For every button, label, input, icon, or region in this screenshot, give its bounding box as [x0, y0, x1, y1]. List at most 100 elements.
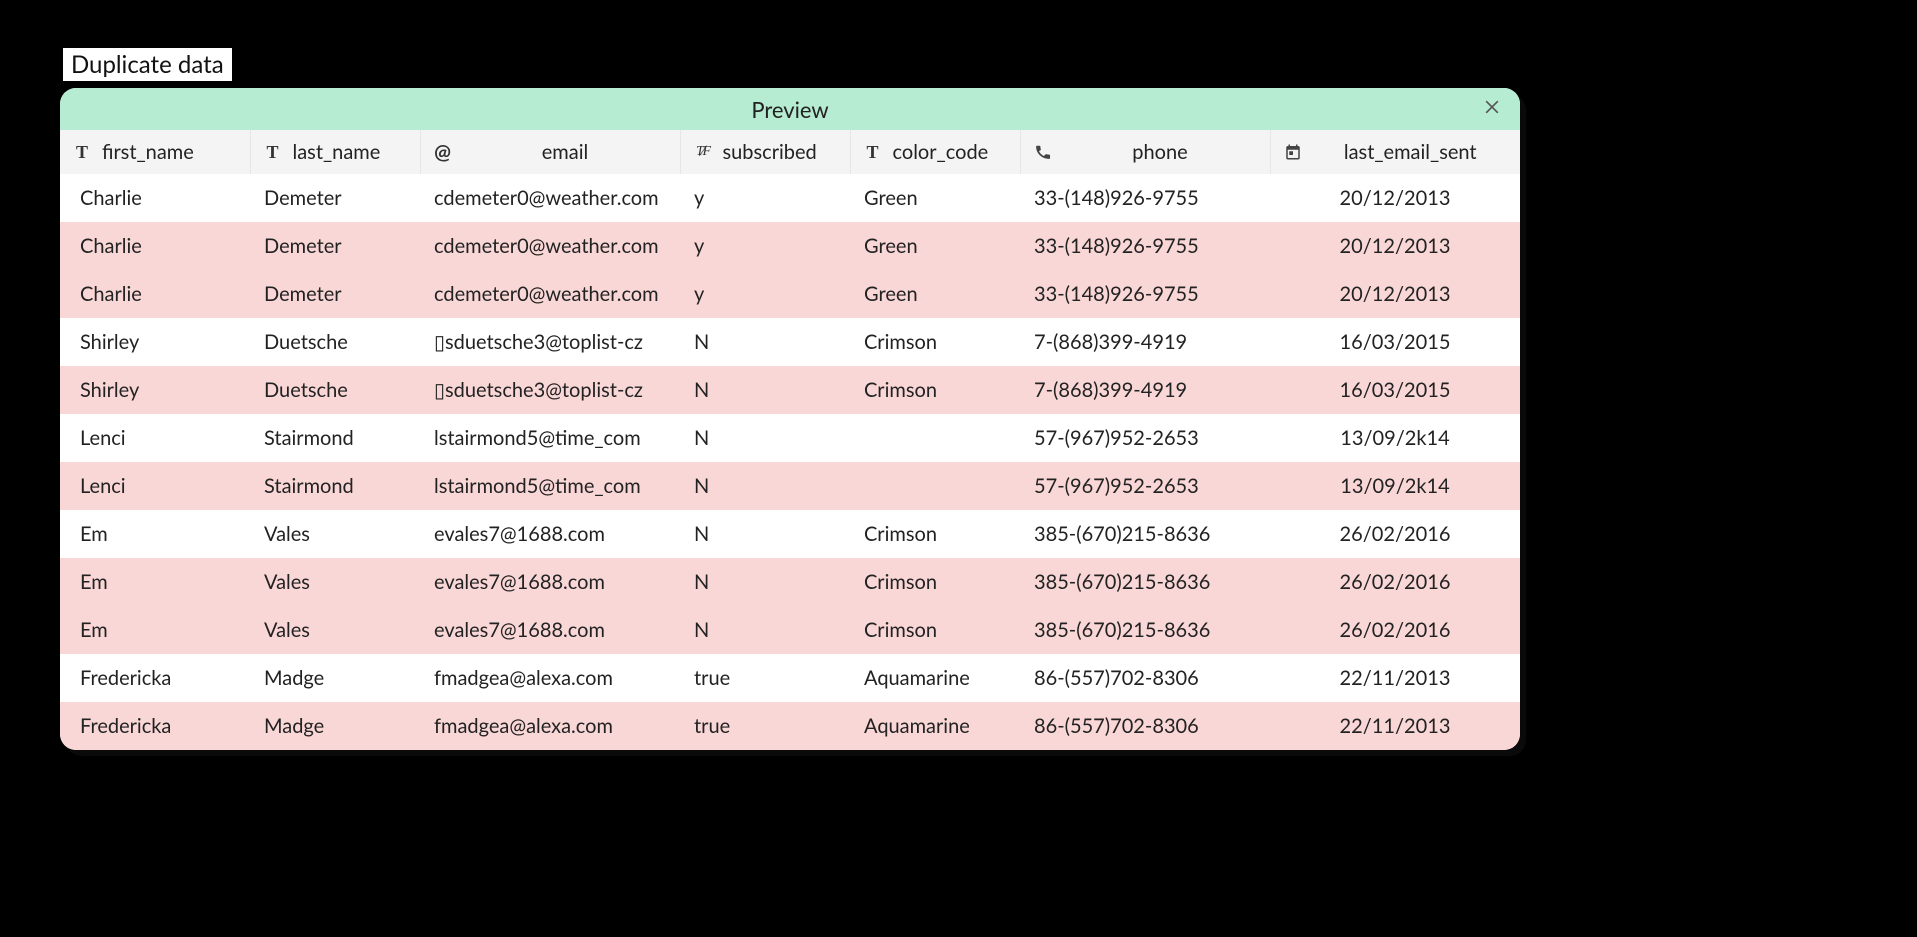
- table-row[interactable]: EmValesevales7@1688.comNCrimson385-(670)…: [60, 558, 1520, 606]
- cell-phone: 385-(670)215-8636: [1020, 510, 1270, 558]
- cell-phone: 385-(670)215-8636: [1020, 558, 1270, 606]
- cell-first-name: Shirley: [60, 318, 250, 366]
- cell-subscribed: N: [680, 366, 850, 414]
- page-title: Duplicate data: [63, 48, 232, 81]
- col-header-phone[interactable]: phone: [1020, 130, 1270, 174]
- cell-last-name: Duetsche: [250, 366, 420, 414]
- cell-color-code: Green: [850, 174, 1020, 222]
- col-label: email: [542, 140, 588, 164]
- cell-first-name: Em: [60, 558, 250, 606]
- cell-color-code: Crimson: [850, 366, 1020, 414]
- cell-subscribed: N: [680, 558, 850, 606]
- cell-first-name: Charlie: [60, 222, 250, 270]
- cell-email: lstairmond5@time_com: [420, 462, 680, 510]
- cell-last-name: Madge: [250, 654, 420, 702]
- col-header-subscribed[interactable]: T∕F subscribed: [680, 130, 850, 174]
- cell-last-name: Demeter: [250, 222, 420, 270]
- table-row[interactable]: LenciStairmondlstairmond5@time_comN 57-(9…: [60, 462, 1520, 510]
- text-type-icon: T: [72, 142, 92, 162]
- cell-email: ▯sduetsche3@toplist-cz: [420, 366, 680, 414]
- cell-last-name: Madge: [250, 702, 420, 750]
- table-row[interactable]: EmValesevales7@1688.comNCrimson385-(670)…: [60, 510, 1520, 558]
- col-label: last_name: [293, 140, 381, 164]
- cell-subscribed: N: [680, 414, 850, 462]
- cell-email: lstairmond5@time_com: [420, 414, 680, 462]
- cell-color-code: [850, 414, 1020, 462]
- cell-email: cdemeter0@weather.com: [420, 270, 680, 318]
- cell-phone: 57-(967)952-2653: [1020, 462, 1270, 510]
- cell-last-email-sent: 26/02/2016: [1270, 510, 1520, 558]
- table-row[interactable]: EmValesevales7@1688.comNCrimson385-(670)…: [60, 606, 1520, 654]
- cell-color-code: Crimson: [850, 318, 1020, 366]
- cell-last-email-sent: 16/03/2015: [1270, 318, 1520, 366]
- cell-last-name: Duetsche: [250, 318, 420, 366]
- cell-last-name: Vales: [250, 558, 420, 606]
- panel-header-title: Preview: [751, 96, 828, 123]
- table-row[interactable]: ShirleyDuetsche▯sduetsche3@toplist-czNCr…: [60, 318, 1520, 366]
- col-label: last_email_sent: [1344, 140, 1477, 164]
- cell-phone: 7-(868)399-4919: [1020, 366, 1270, 414]
- col-header-last-name[interactable]: T last_name: [250, 130, 420, 174]
- cell-phone: 33-(148)926-9755: [1020, 270, 1270, 318]
- cell-first-name: Charlie: [60, 174, 250, 222]
- table-row[interactable]: CharlieDemetercdemeter0@weather.comyGree…: [60, 174, 1520, 222]
- cell-phone: 86-(557)702-8306: [1020, 702, 1270, 750]
- cell-subscribed: N: [680, 510, 850, 558]
- cell-first-name: Lenci: [60, 414, 250, 462]
- col-header-first-name[interactable]: T first_name: [60, 130, 250, 174]
- cell-last-email-sent: 13/09/2k14: [1270, 414, 1520, 462]
- table-row[interactable]: CharlieDemetercdemeter0@weather.comyGree…: [60, 222, 1520, 270]
- cell-first-name: Fredericka: [60, 702, 250, 750]
- cell-first-name: Em: [60, 510, 250, 558]
- table-row[interactable]: LenciStairmondlstairmond5@time_comN 57-(9…: [60, 414, 1520, 462]
- table-row[interactable]: ShirleyDuetsche▯sduetsche3@toplist-czNCr…: [60, 366, 1520, 414]
- cell-color-code: Crimson: [850, 510, 1020, 558]
- cell-first-name: Em: [60, 606, 250, 654]
- cell-last-name: Stairmond: [250, 462, 420, 510]
- col-header-email[interactable]: @ email: [420, 130, 680, 174]
- cell-color-code: Crimson: [850, 606, 1020, 654]
- cell-phone: 33-(148)926-9755: [1020, 174, 1270, 222]
- cell-last-name: Stairmond: [250, 414, 420, 462]
- cell-last-name: Vales: [250, 606, 420, 654]
- cell-phone: 57-(967)952-2653: [1020, 414, 1270, 462]
- col-header-last-email-sent[interactable]: last_email_sent: [1270, 130, 1520, 174]
- cell-last-email-sent: 20/12/2013: [1270, 270, 1520, 318]
- table-row[interactable]: FrederickaMadgefmadgea@alexa.comtrueAqua…: [60, 702, 1520, 750]
- cell-last-name: Demeter: [250, 270, 420, 318]
- cell-last-email-sent: 13/09/2k14: [1270, 462, 1520, 510]
- cell-phone: 86-(557)702-8306: [1020, 654, 1270, 702]
- cell-email: ▯sduetsche3@toplist-cz: [420, 318, 680, 366]
- close-button[interactable]: [1478, 94, 1506, 122]
- boolean-type-icon: T∕F: [693, 142, 713, 162]
- cell-color-code: Green: [850, 270, 1020, 318]
- col-label: subscribed: [723, 140, 817, 164]
- text-type-icon: T: [263, 142, 283, 162]
- table-row[interactable]: FrederickaMadgefmadgea@alexa.comtrueAqua…: [60, 654, 1520, 702]
- cell-email: fmadgea@alexa.com: [420, 702, 680, 750]
- phone-type-icon: [1033, 142, 1053, 162]
- cell-first-name: Lenci: [60, 462, 250, 510]
- cell-first-name: Shirley: [60, 366, 250, 414]
- table-body: CharlieDemetercdemeter0@weather.comyGree…: [60, 174, 1520, 750]
- cell-email: evales7@1688.com: [420, 510, 680, 558]
- cell-subscribed: N: [680, 462, 850, 510]
- cell-last-name: Demeter: [250, 174, 420, 222]
- cell-last-email-sent: 26/02/2016: [1270, 606, 1520, 654]
- col-header-color-code[interactable]: T color_code: [850, 130, 1020, 174]
- cell-last-email-sent: 26/02/2016: [1270, 558, 1520, 606]
- cell-phone: 7-(868)399-4919: [1020, 318, 1270, 366]
- cell-last-name: Vales: [250, 510, 420, 558]
- table-row[interactable]: CharlieDemetercdemeter0@weather.comyGree…: [60, 270, 1520, 318]
- cell-first-name: Charlie: [60, 270, 250, 318]
- table-header: T first_name T last_name @ email: [60, 130, 1520, 174]
- cell-last-email-sent: 16/03/2015: [1270, 366, 1520, 414]
- cell-color-code: Green: [850, 222, 1020, 270]
- cell-last-email-sent: 22/11/2013: [1270, 654, 1520, 702]
- cell-last-email-sent: 22/11/2013: [1270, 702, 1520, 750]
- cell-subscribed: N: [680, 318, 850, 366]
- cell-color-code: Aquamarine: [850, 654, 1020, 702]
- col-label: first_name: [102, 140, 194, 164]
- date-type-icon: [1283, 142, 1303, 162]
- preview-panel: Preview T first_name T last_name: [60, 88, 1520, 750]
